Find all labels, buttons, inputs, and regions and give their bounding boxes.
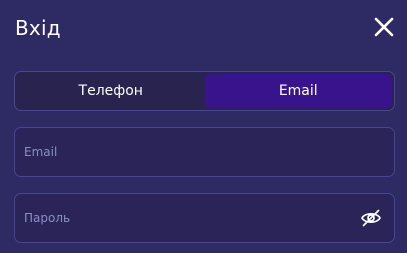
login-dialog: Вхід Телефон Email (0, 0, 407, 253)
email-field[interactable] (15, 128, 394, 176)
email-field-container (14, 127, 395, 177)
login-method-tabs: Телефон Email (14, 71, 395, 111)
close-icon (374, 17, 394, 37)
tab-email[interactable]: Email (204, 74, 392, 108)
password-field-container (14, 193, 395, 243)
close-button[interactable] (373, 16, 395, 38)
password-field[interactable] (15, 194, 394, 242)
tab-phone[interactable]: Телефон (17, 74, 205, 108)
eye-off-icon (361, 209, 381, 227)
password-visibility-toggle[interactable] (360, 208, 382, 228)
dialog-title: Вхід (15, 16, 61, 40)
